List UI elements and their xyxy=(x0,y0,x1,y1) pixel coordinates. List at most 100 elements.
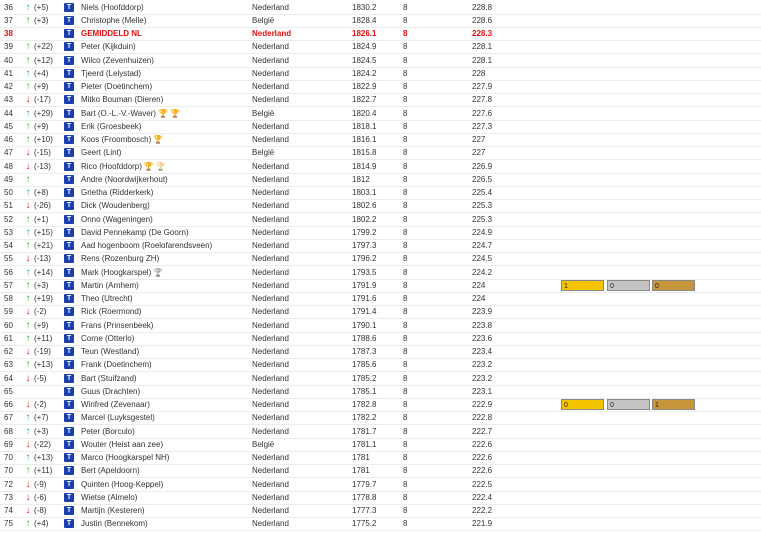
player-name[interactable]: Peter (Borculo) xyxy=(81,425,246,438)
player-name-text[interactable]: Grietha (Ridderkerk) xyxy=(81,188,153,197)
player-name[interactable]: Mark (Hoogkarspel) 🏆 xyxy=(81,266,246,279)
player-name[interactable]: Winfred (Zevenaar) xyxy=(81,398,246,411)
player-name[interactable]: Bert (Apeldoorn) xyxy=(81,464,246,477)
player-name-text[interactable]: David Pennekamp (De Goorn) xyxy=(81,228,189,237)
player-name-text[interactable]: Martijn (Kesteren) xyxy=(81,506,145,515)
player-name-text[interactable]: Dick (Woudenberg) xyxy=(81,201,150,210)
player-name-text[interactable]: Aad hogenboom (Roelofarendsveen) xyxy=(81,241,212,250)
team-logo-icon[interactable] xyxy=(64,492,74,502)
player-name[interactable]: Teun (Westland) xyxy=(81,345,246,358)
player-name[interactable]: Niels (Hoofddorp) xyxy=(81,1,246,14)
team-logo-icon[interactable] xyxy=(64,15,74,25)
player-name[interactable]: Marco (Hoogkarspel NH) xyxy=(81,451,246,464)
team-logo-icon[interactable] xyxy=(64,519,74,529)
player-name[interactable]: Erik (Groesbeek) xyxy=(81,120,246,133)
player-name[interactable]: Martin (Arnhem) xyxy=(81,279,246,292)
player-name-text[interactable]: Bart (O.-L.-V.-Waver) xyxy=(81,109,156,118)
player-name-text[interactable]: Wietse (Almelo) xyxy=(81,493,137,502)
team-logo-icon[interactable] xyxy=(64,135,74,144)
team-logo-icon[interactable] xyxy=(64,466,74,476)
team-logo-icon[interactable] xyxy=(64,373,74,383)
player-name[interactable]: Marcel (Luyksgestel) xyxy=(81,411,246,424)
player-name[interactable]: Wouter (Heist aan zee) xyxy=(81,438,246,451)
player-name-text[interactable]: Winfred (Zevenaar) xyxy=(81,400,150,409)
player-name-text[interactable]: Bert (Apeldoorn) xyxy=(81,466,140,475)
player-name[interactable]: Mitko Bouman (Dieren) xyxy=(81,93,246,106)
player-name-text[interactable]: Pieter (Doetinchem) xyxy=(81,82,152,91)
team-logo-icon[interactable] xyxy=(64,108,74,118)
player-name[interactable]: Bart (O.-L.-V.-Waver) 🏆 🏆 xyxy=(81,107,246,120)
team-logo-icon[interactable] xyxy=(64,148,74,158)
team-logo-icon[interactable] xyxy=(64,400,74,409)
team-logo-icon[interactable] xyxy=(64,227,74,237)
player-name[interactable]: Rens (Rozenburg ZH) xyxy=(81,252,246,265)
player-name[interactable]: Frank (Doetinchem) xyxy=(81,358,246,371)
team-logo-icon[interactable] xyxy=(64,386,74,396)
player-name-text[interactable]: Peter (Kijkduin) xyxy=(81,42,136,51)
team-logo-icon[interactable] xyxy=(64,29,74,38)
player-name-text[interactable]: Tjeerd (Lelystad) xyxy=(81,69,141,78)
player-name-text[interactable]: Bart (Stuifzand) xyxy=(81,374,137,383)
player-name[interactable]: Pieter (Doetinchem) xyxy=(81,80,246,93)
player-name[interactable]: Tjeerd (Lelystad) xyxy=(81,67,246,80)
player-name-text[interactable]: Rick (Roermond) xyxy=(81,307,141,316)
player-name-text[interactable]: Quinten (Hoog-Keppel) xyxy=(81,480,163,489)
player-name-text[interactable]: Corne (Otterlo) xyxy=(81,334,134,343)
player-name-text[interactable]: GEMIDDELD NL xyxy=(81,29,142,38)
player-name-text[interactable]: Koos (Froombosch) xyxy=(81,135,151,144)
player-name-text[interactable]: Geert (Lint) xyxy=(81,148,121,157)
team-logo-icon[interactable] xyxy=(64,121,74,131)
team-logo-icon[interactable] xyxy=(64,55,74,65)
team-logo-icon[interactable] xyxy=(64,333,74,343)
player-name[interactable]: Quinten (Hoog-Keppel) xyxy=(81,478,246,491)
team-logo-icon[interactable] xyxy=(64,280,74,290)
player-name-text[interactable]: Marcel (Luyksgestel) xyxy=(81,413,155,422)
player-name[interactable]: Dick (Woudenberg) xyxy=(81,199,246,212)
player-name[interactable]: David Pennekamp (De Goorn) xyxy=(81,226,246,239)
team-logo-icon[interactable] xyxy=(64,453,74,462)
player-name-text[interactable]: Theo (Utrecht) xyxy=(81,294,133,303)
player-name[interactable]: Rico (Hoofddorp) 🏆 🏆 xyxy=(81,160,246,173)
player-name-text[interactable]: Andre (Noordwijkerhout) xyxy=(81,175,168,184)
team-logo-icon[interactable] xyxy=(64,174,74,184)
team-logo-icon[interactable] xyxy=(64,426,74,436)
player-name-text[interactable]: Martin (Arnhem) xyxy=(81,281,139,290)
team-logo-icon[interactable] xyxy=(64,95,74,105)
team-logo-icon[interactable] xyxy=(64,82,74,91)
team-logo-icon[interactable] xyxy=(64,42,74,52)
player-name[interactable]: Onno (Wageningen) xyxy=(81,213,246,226)
player-name[interactable]: Justin (Bennekom) xyxy=(81,517,246,530)
player-name-text[interactable]: Mitko Bouman (Dieren) xyxy=(81,95,163,104)
team-logo-icon[interactable] xyxy=(64,201,74,211)
team-logo-icon[interactable] xyxy=(64,161,74,171)
player-name[interactable]: Christophe (Melle) xyxy=(81,14,246,27)
player-name-text[interactable]: Guus (Drachten) xyxy=(81,387,140,396)
team-logo-icon[interactable] xyxy=(64,294,74,303)
player-name-text[interactable]: Mark (Hoogkarspel) xyxy=(81,268,151,277)
player-name-text[interactable]: Niels (Hoofddorp) xyxy=(81,3,144,12)
player-name[interactable]: GEMIDDELD NL xyxy=(81,27,246,40)
player-name[interactable]: Koos (Froombosch) 🏆 xyxy=(81,133,246,146)
player-name-text[interactable]: Erik (Groesbeek) xyxy=(81,122,141,131)
team-logo-icon[interactable] xyxy=(64,68,74,78)
team-logo-icon[interactable] xyxy=(64,413,74,423)
player-name-text[interactable]: Teun (Westland) xyxy=(81,347,139,356)
player-name[interactable]: Wilco (Zevenhuizen) xyxy=(81,54,246,67)
player-name[interactable]: Grietha (Ridderkerk) xyxy=(81,186,246,199)
team-logo-icon[interactable] xyxy=(64,254,74,264)
player-name-text[interactable]: Marco (Hoogkarspel NH) xyxy=(81,453,169,462)
player-name-text[interactable]: Frans (Prinsenbeek) xyxy=(81,321,153,330)
player-name[interactable]: Bart (Stuifzand) xyxy=(81,372,246,385)
player-name[interactable]: Geert (Lint) xyxy=(81,146,246,159)
player-name[interactable]: Aad hogenboom (Roelofarendsveen) xyxy=(81,239,246,252)
player-name[interactable]: Martijn (Kesteren) xyxy=(81,504,246,517)
player-name-text[interactable]: Rico (Hoofddorp) xyxy=(81,162,142,171)
player-name-text[interactable]: Christophe (Melle) xyxy=(81,16,146,25)
team-logo-icon[interactable] xyxy=(64,320,74,330)
team-logo-icon[interactable] xyxy=(64,479,74,489)
player-name-text[interactable]: Wilco (Zevenhuizen) xyxy=(81,56,154,65)
team-logo-icon[interactable] xyxy=(64,188,74,197)
player-name[interactable]: Rick (Roermond) xyxy=(81,305,246,318)
team-logo-icon[interactable] xyxy=(64,360,74,370)
player-name-text[interactable]: Peter (Borculo) xyxy=(81,427,135,436)
